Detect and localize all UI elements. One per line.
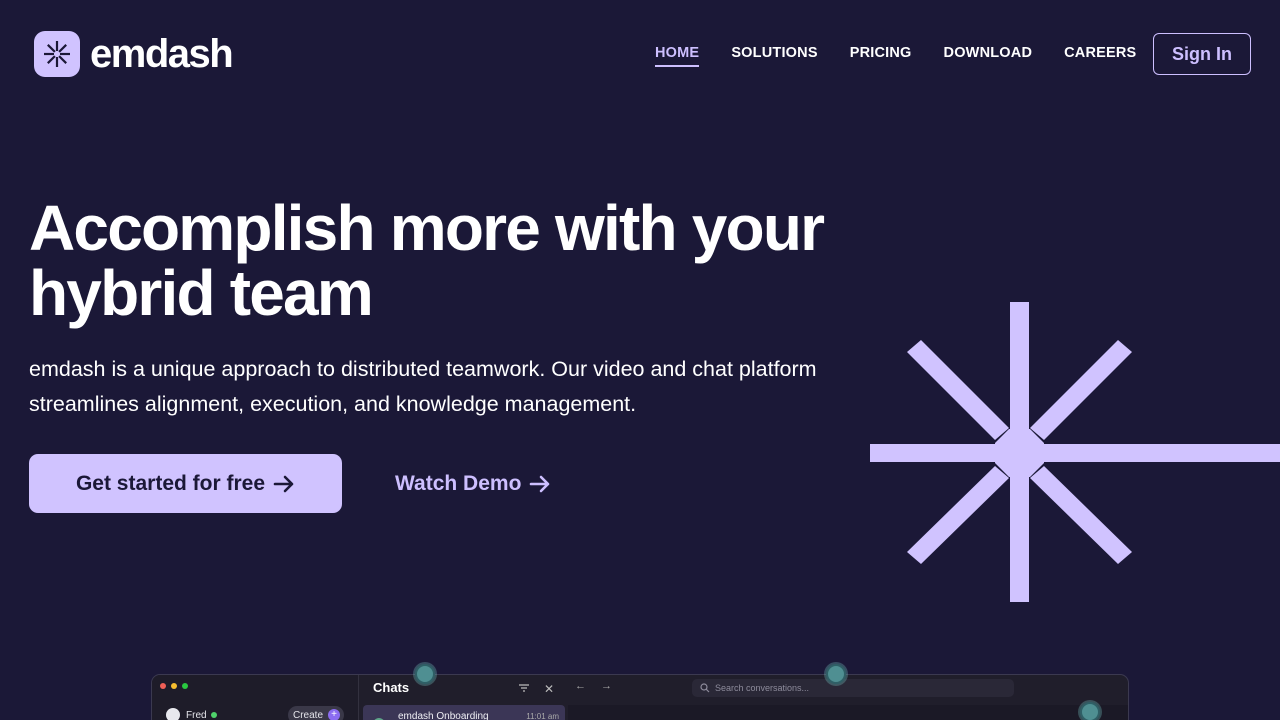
minimize-dot[interactable] (171, 683, 177, 689)
window-controls (160, 683, 193, 689)
plus-icon: + (328, 709, 341, 720)
nav-careers[interactable]: CAREERS (1064, 45, 1136, 67)
nav-solutions[interactable]: SOLUTIONS (731, 45, 817, 67)
sign-in-button[interactable]: Sign In (1153, 33, 1251, 75)
app-sidebar: Fred Create + (152, 675, 359, 720)
main-nav: HOME SOLUTIONS PRICING DOWNLOAD CAREERS (655, 45, 1168, 67)
history-arrows[interactable]: ← → (575, 680, 618, 692)
avatar (166, 708, 180, 720)
close-icon[interactable]: ✕ (544, 682, 554, 696)
chat-name: emdash Onboarding (398, 711, 489, 720)
hero-subtitle: emdash is a unique approach to distribut… (29, 357, 817, 416)
maximize-dot[interactable] (182, 683, 188, 689)
online-status-icon (210, 712, 217, 718)
logo[interactable]: emdash (34, 31, 234, 77)
hero-title: Accomplish more with your hybrid team (29, 192, 825, 329)
presence-indicator (415, 664, 435, 684)
user-name: Fred (186, 709, 207, 720)
nav-home[interactable]: HOME (655, 45, 700, 67)
close-dot[interactable] (160, 683, 166, 689)
user-menu[interactable]: Fred (166, 708, 217, 720)
brand-name: emdash (90, 32, 234, 76)
nav-pricing[interactable]: PRICING (850, 45, 912, 67)
list-item[interactable]: emdash Onboarding 11:01 am (363, 705, 565, 720)
presence-indicator (1080, 702, 1100, 720)
search-icon (700, 683, 710, 693)
search-placeholder: Search conversations... (715, 683, 810, 693)
asterisk-icon (870, 302, 1280, 602)
nav-download[interactable]: DOWNLOAD (944, 45, 1033, 67)
site-header: emdash HOME SOLUTIONS PRICING DOWNLOAD C… (0, 0, 1280, 108)
watch-demo-link[interactable]: Watch Demo (395, 466, 551, 502)
app-preview: Fred Create + Chats ✕ ← → Search convers… (151, 674, 1129, 720)
conversation-pane (568, 705, 1128, 720)
asterisk-icon (34, 31, 80, 77)
arrow-right-icon (530, 475, 550, 493)
search-input[interactable]: Search conversations... (692, 679, 1014, 697)
filter-icon[interactable] (518, 683, 530, 693)
get-started-button[interactable]: Get started for free (29, 454, 342, 513)
chats-title: Chats (373, 680, 410, 695)
watch-demo-label: Watch Demo (395, 472, 522, 495)
arrow-right-icon (273, 475, 294, 492)
presence-indicator (826, 664, 846, 684)
chat-time: 11:01 am (526, 712, 559, 720)
create-button[interactable]: Create + (288, 706, 344, 720)
create-label: Create (293, 709, 324, 720)
get-started-label: Get started for free (75, 471, 266, 495)
